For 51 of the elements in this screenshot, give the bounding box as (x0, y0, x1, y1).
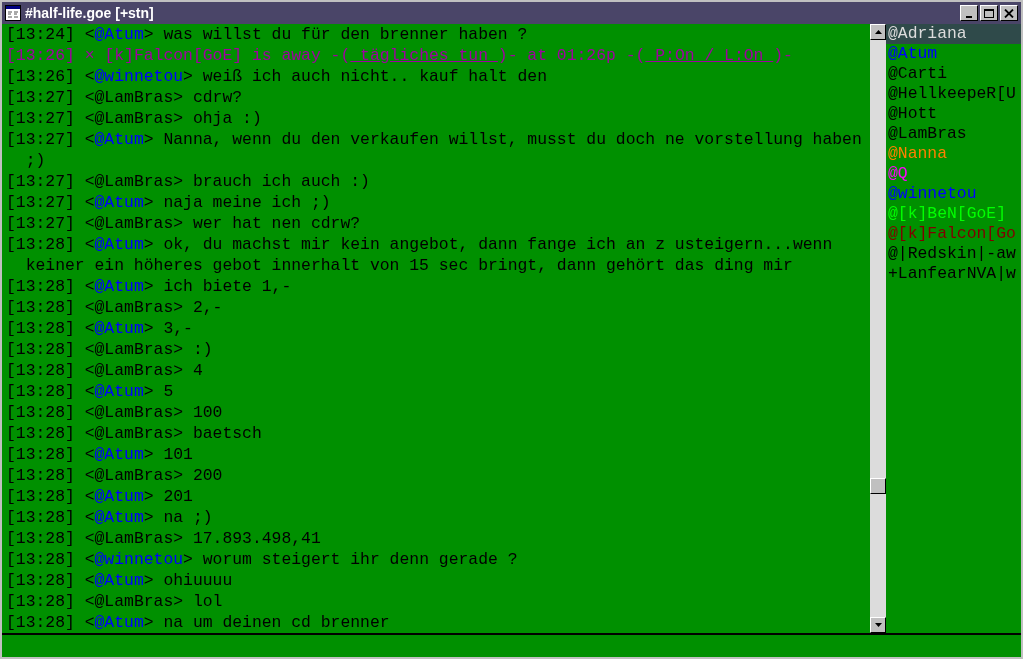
nick-item[interactable]: @|Redskin|-aw (886, 244, 1021, 264)
chat-message: [13:27] <@LamBras> wer hat nen cdrw? (6, 213, 362, 234)
nick-item[interactable]: @HellkeepeR[U (886, 84, 1021, 104)
chat-message: [13:28] <@LamBras> 4 (6, 360, 204, 381)
chat-message: [13:28] <@LamBras> 100 (6, 402, 224, 423)
close-icon (1004, 8, 1014, 18)
chat-message: [13:28] <@Atum> na ;) (6, 507, 214, 528)
chat-message: [13:24] <@Atum> was willst du für den brenner haben ? (6, 24, 529, 45)
down-arrow-icon (874, 623, 882, 627)
chat-message: [13:28] <@Atum> ich biete 1,- (6, 276, 293, 297)
nick-item[interactable]: @[k]BeN[GoE] (886, 204, 1021, 224)
window-icon (5, 5, 21, 21)
chat-message: [13:28] <@LamBras> 17.893.498,41 (6, 528, 322, 549)
minimize-button[interactable] (960, 5, 978, 21)
away-notice: [13:26] × [k]Falcon[GoE] is away -( tägliches tun )- at 01:26p -( P:On / L:On )- (6, 45, 794, 66)
maximize-icon (984, 8, 994, 18)
chat-message: [13:27] <@Atum> Nanna, wenn du den verkaufen willst, musst du doch ne vorstellung haben ;) (6, 129, 863, 171)
up-arrow-icon (874, 30, 882, 34)
chat-message: [13:26] <@winnetou> weiß ich auch nicht.. kauf halt den (6, 66, 548, 87)
nick-item[interactable]: @Carti (886, 64, 1021, 84)
chat-message: [13:28] <@Atum> 3,- (6, 318, 194, 339)
window-title: #half-life.goe [+stn] (25, 3, 154, 23)
chat-message: [13:28] <@Atum> 101 (6, 444, 194, 465)
chat-message: [13:28] <@Atum> ok, du machst mir kein angebot, dann fange ich an z usteigern...wenn keiner ein höheres gebot innerhalt von 15 sec bringt, dann gehört das ding mir (6, 234, 834, 276)
nick-item[interactable]: @Adriana (886, 24, 1021, 44)
chat-message: [13:27] <@LamBras> brauch ich auch :) (6, 171, 371, 192)
scrollbar[interactable] (870, 24, 886, 633)
nick-item[interactable]: @[k]Falcon[Go (886, 224, 1021, 244)
chat-message: [13:27] <@LamBras> cdrw? (6, 87, 244, 108)
chat-message: [13:28] <@winnetou> worum steigert ihr denn gerade ? (6, 549, 519, 570)
scroll-up-button[interactable] (870, 24, 886, 40)
chat-message: [13:28] <@LamBras> 200 (6, 465, 224, 486)
minimize-icon (966, 15, 972, 18)
nick-item[interactable]: +LanfearNVA|w (886, 264, 1021, 284)
chat-message: [13:28] <@LamBras> baetsch (6, 423, 263, 444)
chat-message: [13:27] <@LamBras> ohja :) (6, 108, 263, 129)
chat-message: [13:28] <@Atum> ohiuuuu (6, 570, 234, 591)
chat-message: [13:27] <@Atum> naja meine ich ;) (6, 192, 332, 213)
chat-message: [13:28] <@LamBras> 2,- (6, 297, 224, 318)
chat-message: [13:28] <@LamBras> :) (6, 339, 214, 360)
input-field[interactable] (2, 633, 1021, 657)
close-button[interactable] (1000, 5, 1018, 21)
chat-message: [13:28] <@Atum> 5 (6, 381, 175, 402)
nick-item[interactable]: @Hott (886, 104, 1021, 124)
chat-message: [13:28] <@Atum> 201 (6, 486, 194, 507)
chat-message: [13:28] <@Atum> na um deinen cd brenner (6, 612, 391, 633)
maximize-button[interactable] (980, 5, 998, 21)
scroll-thumb[interactable] (870, 478, 886, 494)
scroll-down-button[interactable] (870, 617, 886, 633)
nick-item[interactable]: @LamBras (886, 124, 1021, 144)
chat-message: [13:28] <@LamBras> lol (6, 591, 224, 612)
